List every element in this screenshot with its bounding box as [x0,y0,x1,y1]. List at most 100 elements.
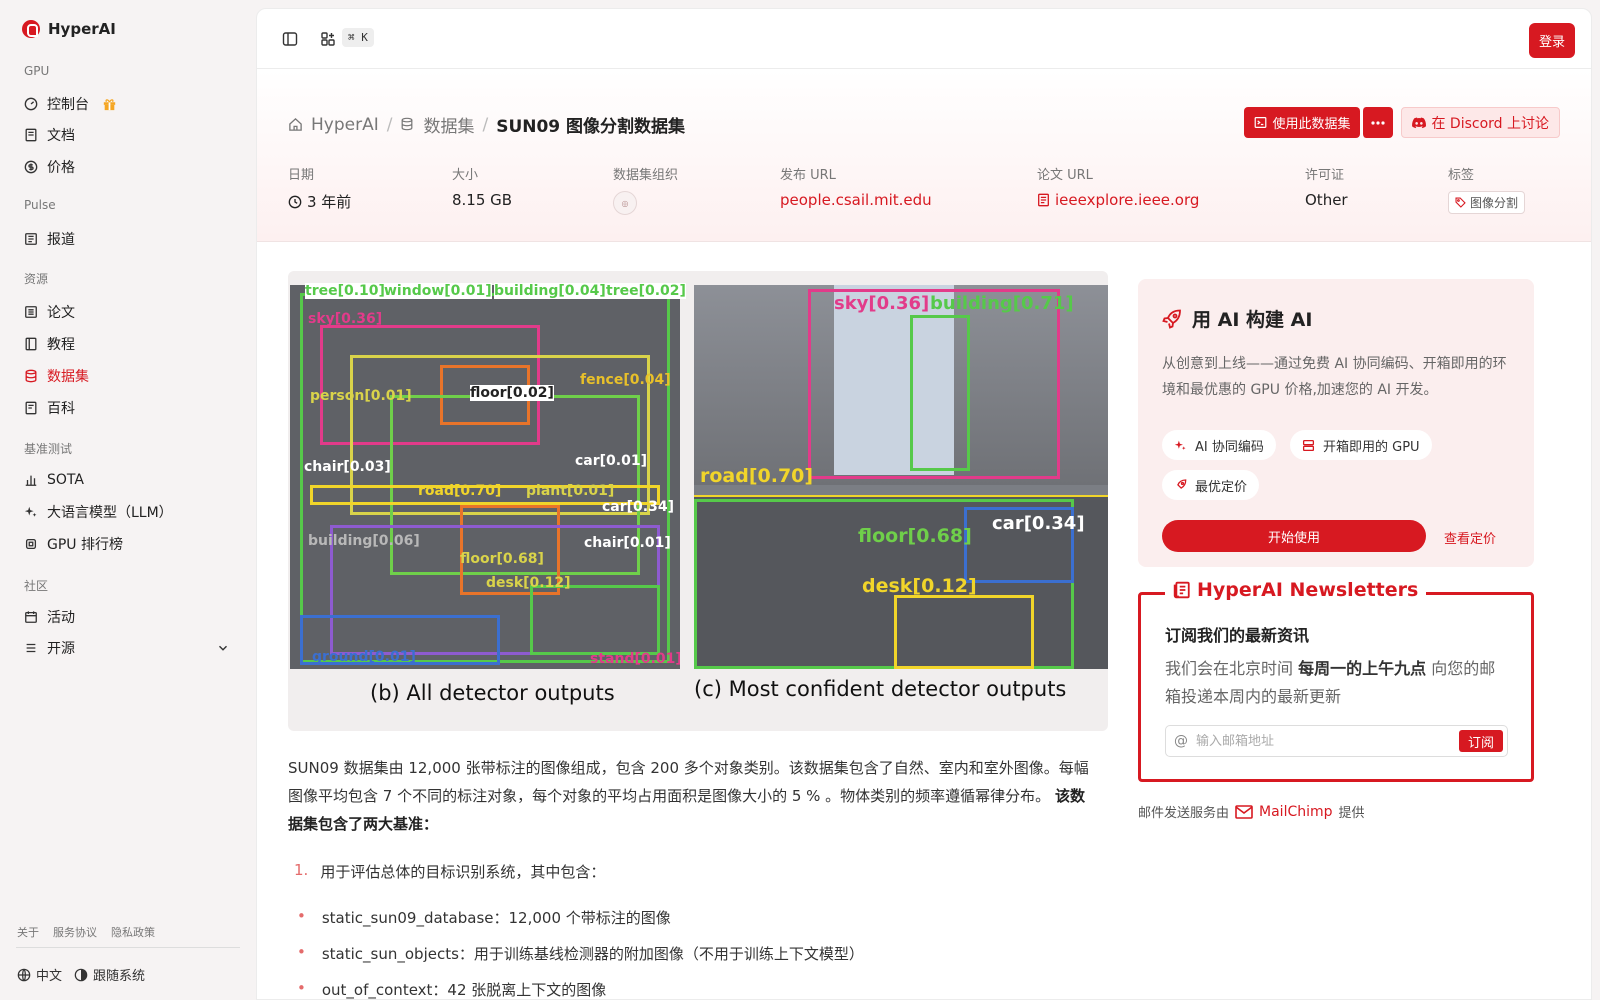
ai-promo-card: 用 AI 构建 AI 从创意到上线——通过免费 AI 协同编码、开箱即用的环境和… [1138,279,1534,567]
hyperai-logo-icon [22,20,40,38]
dollar-icon [24,160,38,174]
divider [16,947,240,948]
date-value: 3 年前 [307,193,352,211]
sidebar-item-news[interactable]: 报道 [24,228,75,250]
figure-label: ground[0.01] [312,649,416,665]
breadcrumb-home[interactable]: HyperAI [311,115,379,135]
apps-button[interactable] [318,29,338,49]
clock-icon [288,195,302,208]
chip-icon [24,537,38,551]
figure-caption-b: (b) All detector outputs [370,681,615,705]
figure-label: plant[0.01] [526,483,615,499]
subscribe-button[interactable]: 订阅 [1458,730,1503,752]
privacy-link[interactable]: 隐私政策 [111,924,155,940]
theme-label: 跟随系统 [93,969,146,984]
login-button[interactable]: 登录 [1528,23,1575,58]
sidebar-item-tutorials[interactable]: 教程 [24,333,75,355]
sidebar-item-label: 开源 [47,641,75,657]
chip-label: 最优定价 [1195,479,1248,495]
figure-label: tree[0.02] [606,283,686,299]
tag-chip[interactable]: 图像分割 [1448,191,1526,214]
chip-pricing: 最优定价 [1162,470,1260,500]
mailchimp-link[interactable]: MailChimp [1259,804,1333,820]
tag-icon [1455,197,1466,208]
logo[interactable]: HyperAI [22,20,116,38]
use-dataset-button[interactable]: 使用此数据集 [1244,107,1361,138]
newsletter-legend-text: HyperAI Newsletters [1197,579,1419,601]
sidebar-item-label: 论文 [47,305,75,321]
dataset-actions: 使用此数据集 在 Discord 上讨论 [1244,107,1560,138]
mail-note-post: 提供 [1338,806,1365,821]
meta-label: 标签 [1448,168,1475,183]
figure-label: floor[0.68] [460,551,544,567]
publish-url-link[interactable]: people.csail.mit.edu [780,191,932,209]
sidebar-item-label: SOTA [47,472,84,488]
sidebar-item-datasets[interactable]: 数据集 [24,365,89,387]
figure-label: building[0.06] [308,533,420,549]
meta-org: 数据集组织 ◎ [613,164,678,215]
sidebar-item-gpu-leaderboard[interactable]: GPU 排行榜 [24,533,123,555]
wiki-icon [24,401,38,415]
sidebar-item-console[interactable]: 控制台 [24,93,117,115]
server-icon [1302,439,1315,451]
figure-label: desk[0.12] [486,575,571,591]
meta-paper-url: 论文 URL ieeexplore.ieee.org [1037,164,1199,209]
sidebar-item-opensource[interactable]: 开源 [24,637,75,659]
newsletter-desc-bold: 每周一的上午九点 [1298,659,1427,678]
newsletter-legend: HyperAI Newsletters [1165,579,1427,601]
start-button[interactable]: 开始使用 [1162,520,1426,552]
newsletter-title: 订阅我们的最新资讯 [1165,626,1310,645]
sparkle-icon [1174,440,1186,450]
sidebar-item-llm[interactable]: 大语言模型（LLM） [24,501,173,523]
ordered-list-item: 1. 用于评估总体的目标识别系统，其中包含： [294,861,605,882]
footer-links: 关于 服务协议 隐私政策 [17,924,155,940]
language-label: 中文 [36,969,63,984]
ai-card-title-text: 用 AI 构建 AI [1192,309,1313,331]
terms-link[interactable]: 服务协议 [53,924,97,940]
section-community: 社区 [24,579,49,593]
about-link[interactable]: 关于 [17,924,39,940]
sidebar-item-label: 控制台 [47,97,89,113]
bar-chart-icon [24,473,38,487]
mail-icon [1235,804,1253,819]
view-pricing-link[interactable]: 查看定价 [1444,528,1496,547]
list-icon [24,641,38,655]
sidebar-item-wiki[interactable]: 百科 [24,397,75,419]
discord-button[interactable]: 在 Discord 上讨论 [1401,107,1560,138]
figure-panel-confident-detectors: sky[0.36] building[0.71] road[0.70] car[… [694,285,1108,669]
sparkle-icon [24,505,38,519]
section-pulse: Pulse [24,198,56,212]
shortcut-hint: ⌘ K [342,28,374,47]
sidebar-item-papers[interactable]: 论文 [24,301,75,323]
gift-icon [103,99,116,111]
figure-panel-all-detectors: chair[0.03] floor[0.02] person[0.01] car… [290,285,680,669]
more-options-button[interactable] [1362,107,1394,138]
meta-label: 日期 [288,168,315,183]
sidebar-item-docs[interactable]: 文档 [24,124,75,146]
figure-label: stand[0.01] [590,651,680,667]
sidebar-item-sota[interactable]: SOTA [24,469,84,491]
paper-url-link[interactable]: ieeexplore.ieee.org [1037,191,1199,209]
sidebar-item-pricing[interactable]: 价格 [24,156,75,178]
list-text: static_sun09_database：12,000 个带标注的图像 [321,909,671,927]
list-text: out_of_context：42 张脱离上下文的图像 [321,981,607,999]
discord-icon [1412,116,1427,128]
language-switch[interactable]: 中文 [17,965,62,984]
page-title: SUN09 图像分割数据集 [496,117,686,137]
chevron-down-icon[interactable] [216,641,230,655]
list-item: • static_sun09_database：12,000 个带标注的图像 [297,907,671,928]
section-resources: 资源 [24,272,49,286]
sidebar-item-events[interactable]: 活动 [24,606,75,628]
sidebar-item-label: GPU 排行榜 [47,537,123,553]
newsletter-desc-pre: 我们会在北京时间 [1165,659,1299,678]
figure-label: chair[0.03] [304,459,391,475]
discord-label: 在 Discord 上讨论 [1431,115,1549,132]
figure-label: car[0.01] [575,453,647,469]
paper-icon [24,305,38,319]
email-input[interactable] [1196,733,1459,749]
theme-switch[interactable]: 跟随系统 [74,965,145,984]
breadcrumb-datasets[interactable]: 数据集 [423,112,474,137]
email-form: @ 订阅 [1165,725,1508,757]
org-avatar[interactable]: ◎ [613,191,637,215]
sidebar-toggle-button[interactable] [280,29,300,49]
